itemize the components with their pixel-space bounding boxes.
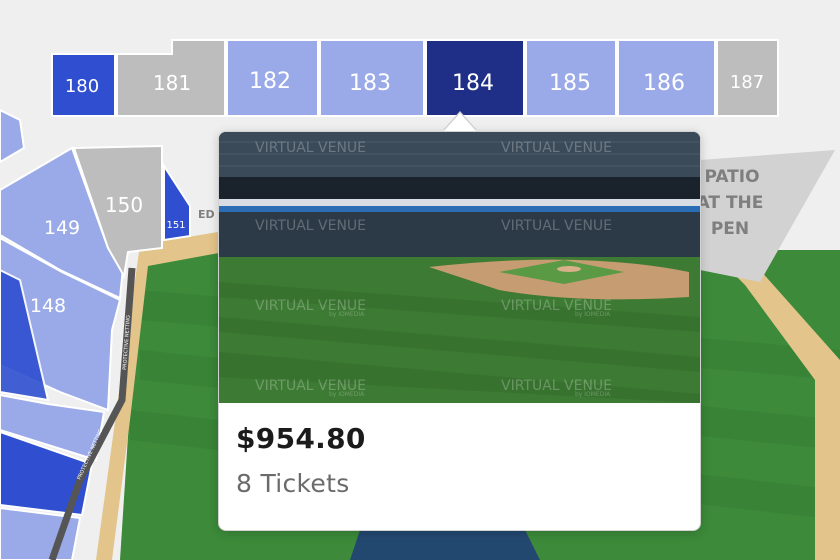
watermark-3: VIRTUAL VENUE: [255, 218, 366, 234]
section-182[interactable]: 182: [226, 39, 319, 117]
section-151[interactable]: 151: [163, 162, 191, 242]
section-184[interactable]: 184: [425, 39, 525, 117]
patio-label-1: PATIO: [704, 167, 759, 187]
section-151-label: 151: [166, 220, 185, 231]
section-185-label: 185: [549, 71, 591, 96]
section-181[interactable]: 181: [116, 39, 226, 117]
watermark-sub-3: by IOMEDIA: [329, 391, 365, 398]
virtual-venue-view-image: VIRTUAL VENUE VIRTUAL VENUE VIRTUAL VENU…: [219, 132, 700, 403]
section-185[interactable]: 185: [525, 39, 617, 117]
section-150-label: 150: [105, 193, 143, 217]
section-181-label: 181: [153, 71, 191, 95]
section-187[interactable]: 187: [716, 39, 779, 117]
popup-pointer: [444, 113, 476, 131]
section-149-label: 149: [44, 217, 80, 239]
section-partial-top-left[interactable]: [0, 108, 26, 164]
section-180[interactable]: 180: [51, 53, 116, 117]
section-186[interactable]: 186: [617, 39, 716, 117]
section-186-label: 186: [643, 71, 685, 96]
section-183-label: 183: [349, 71, 391, 96]
section-183[interactable]: 183: [319, 39, 425, 117]
patio-label-3: PEN: [711, 219, 749, 239]
watermark-4: VIRTUAL VENUE: [501, 218, 612, 234]
patio-label-2: AT THE: [697, 193, 764, 213]
section-148-label: 148: [30, 295, 66, 317]
watermark-2: VIRTUAL VENUE: [501, 140, 612, 156]
watermark-sub-2: by IOMEDIA: [575, 311, 611, 318]
section-187-label: 187: [730, 72, 764, 93]
watermark-sub-4: by IOMEDIA: [575, 391, 611, 398]
edge-label: ED: [198, 208, 215, 221]
section-182-label: 182: [249, 69, 291, 94]
section-popup[interactable]: VIRTUAL VENUE VIRTUAL VENUE VIRTUAL VENU…: [218, 131, 701, 531]
section-180-label: 180: [65, 76, 99, 97]
ticket-count: 8 Tickets: [236, 469, 350, 498]
watermark-1: VIRTUAL VENUE: [255, 140, 366, 156]
listing-price: $954.80: [236, 422, 366, 455]
section-184-label: 184: [452, 71, 494, 96]
watermark-sub-1: by IOMEDIA: [329, 311, 365, 318]
